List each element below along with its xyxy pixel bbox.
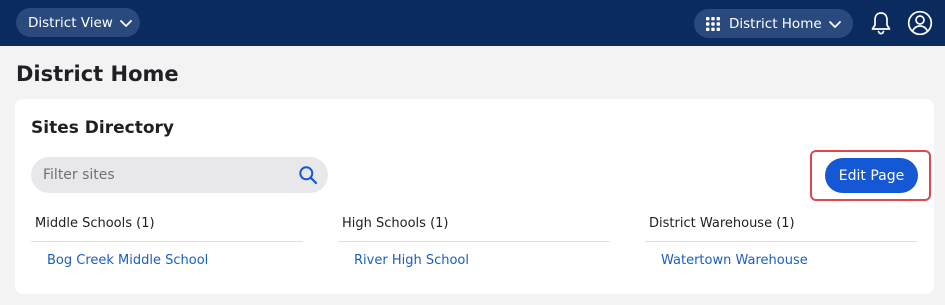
site-category-high-schools: High Schools (1) River High School	[338, 216, 610, 268]
sites-directory-title: Sites Directory	[31, 118, 174, 138]
site-category-district-warehouse: District Warehouse (1) Watertown Warehou…	[645, 216, 917, 268]
site-link[interactable]: Watertown Warehouse	[661, 253, 917, 268]
category-heading: District Warehouse (1)	[645, 216, 917, 242]
sites-directory-card: Sites Directory Edit Page Middle Schools…	[15, 99, 934, 294]
bell-icon[interactable]	[869, 10, 893, 36]
view-switcher-button[interactable]: District View	[16, 8, 140, 37]
site-link[interactable]: Bog Creek Middle School	[47, 253, 303, 268]
site-category-middle-schools: Middle Schools (1) Bog Creek Middle Scho…	[31, 216, 303, 268]
grid-icon	[705, 16, 721, 32]
page-title: District Home	[16, 62, 179, 86]
search-icon[interactable]	[298, 165, 318, 189]
filter-sites-field	[31, 157, 328, 193]
view-switcher-label: District View	[28, 14, 113, 31]
app-switcher-label: District Home	[729, 15, 822, 32]
app-switcher-button[interactable]: District Home	[694, 9, 853, 38]
user-icon[interactable]	[907, 10, 933, 36]
edit-page-button[interactable]: Edit Page	[825, 158, 918, 193]
category-heading: Middle Schools (1)	[31, 216, 303, 242]
chevron-down-icon	[119, 16, 133, 30]
top-navigation-bar: District View District Home	[0, 0, 945, 46]
chevron-down-icon	[828, 17, 842, 31]
category-heading: High Schools (1)	[338, 216, 610, 242]
site-link[interactable]: River High School	[354, 253, 610, 268]
filter-sites-input[interactable]	[43, 167, 283, 183]
